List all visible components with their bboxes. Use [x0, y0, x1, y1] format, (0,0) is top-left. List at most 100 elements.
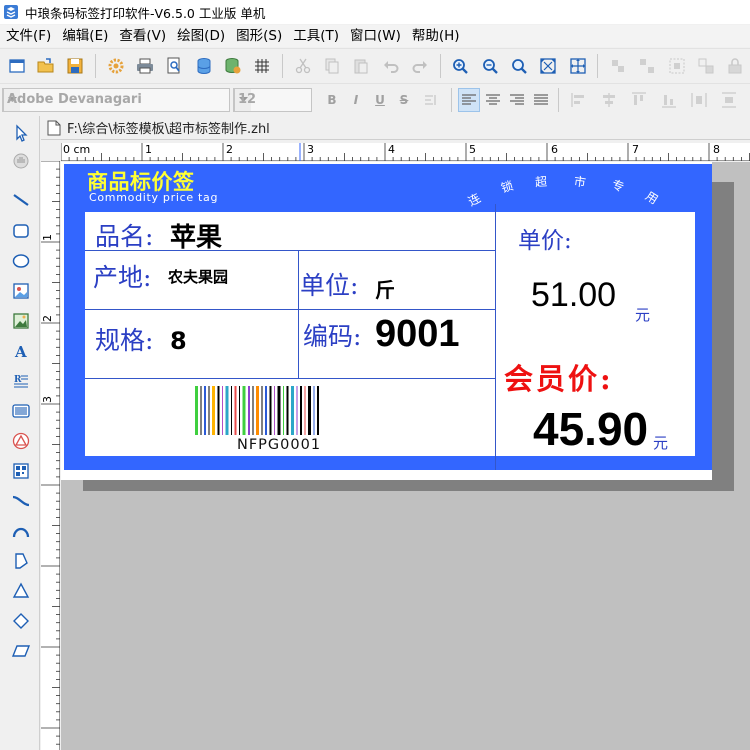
arc-tool[interactable]: [8, 518, 34, 544]
menu-view[interactable]: 查看(V): [113, 25, 171, 47]
arc-text-char[interactable]: 专: [609, 175, 626, 195]
member-price-label[interactable]: 会员价:: [504, 356, 614, 398]
strikethrough-button[interactable]: S: [393, 88, 415, 112]
menu-draw[interactable]: 绘图(D): [171, 25, 230, 47]
undo-button[interactable]: [379, 54, 402, 78]
arc-text-char[interactable]: 锁: [499, 177, 515, 197]
rich-text-tool[interactable]: R: [8, 368, 34, 394]
open-button[interactable]: [34, 54, 57, 78]
align-objects-bottom-button[interactable]: [657, 88, 681, 112]
align-objects-left-button[interactable]: [567, 88, 591, 112]
menu-help[interactable]: 帮助(H): [406, 25, 465, 47]
member-price-value[interactable]: 45.90: [533, 402, 648, 456]
grid-button[interactable]: [251, 54, 274, 78]
price-value[interactable]: 51.00: [531, 276, 616, 315]
image-frame-tool[interactable]: [8, 278, 34, 304]
price-label[interactable]: 单价:: [518, 221, 572, 255]
font-name-select[interactable]: Adobe Devanagari: [2, 87, 230, 112]
actual-size-button[interactable]: [566, 54, 589, 78]
rectangle-tool[interactable]: [8, 218, 34, 244]
image-tool[interactable]: [8, 308, 34, 334]
menu-tools[interactable]: 工具(T): [287, 25, 344, 47]
menu-window[interactable]: 窗口(W): [344, 25, 406, 47]
distribute-horizontal-button[interactable]: [687, 88, 711, 112]
cut-button[interactable]: [291, 54, 314, 78]
member-price-currency[interactable]: 元: [653, 432, 668, 453]
diamond-tool[interactable]: [8, 608, 34, 634]
shape-tool[interactable]: [8, 428, 34, 454]
spec-value[interactable]: 8: [170, 327, 187, 355]
align-objects-center-button[interactable]: [597, 88, 621, 112]
zoom-button[interactable]: [507, 54, 530, 78]
arrange-button[interactable]: [694, 54, 717, 78]
arc-text-char[interactable]: 用: [642, 187, 661, 208]
ungroup-icon: [640, 58, 655, 73]
align-justify-button[interactable]: [530, 88, 552, 112]
select-group-button[interactable]: [665, 54, 688, 78]
line-tool[interactable]: [8, 187, 34, 213]
font-size-select[interactable]: 12: [233, 87, 312, 112]
select-tool[interactable]: [8, 120, 34, 146]
document-tab[interactable]: F:\综合\标签模板\超市标签制作.zhl: [41, 116, 750, 140]
arc-text-char[interactable]: 市: [573, 172, 587, 191]
underline-button[interactable]: U: [369, 88, 391, 112]
save-button[interactable]: [64, 54, 87, 78]
print-button[interactable]: [133, 54, 156, 78]
price-tag-background[interactable]: 商品标价签 Commodity price tag 连 锁 超 市 专 用 品名…: [64, 164, 712, 470]
triangle-tool[interactable]: [8, 578, 34, 604]
lock-button[interactable]: [724, 54, 747, 78]
name-value[interactable]: 苹果: [170, 217, 222, 254]
menu-file[interactable]: 文件(F): [0, 25, 56, 47]
origin-value[interactable]: 农夫果园: [168, 266, 228, 287]
align-objects-top-icon: [632, 92, 646, 105]
bold-button[interactable]: B: [321, 88, 343, 112]
paste-button[interactable]: [350, 54, 373, 78]
code-value[interactable]: 9001: [375, 313, 460, 356]
redo-button[interactable]: [408, 54, 431, 78]
pan-tool[interactable]: [8, 148, 34, 174]
spec-label[interactable]: 规格:: [95, 321, 153, 357]
database-button[interactable]: [192, 54, 215, 78]
zoom-out-button[interactable]: [478, 54, 501, 78]
barcode-text[interactable]: NFPG0001: [237, 437, 321, 453]
menu-edit[interactable]: 编辑(E): [56, 25, 113, 47]
code-label[interactable]: 编码:: [303, 317, 361, 353]
parallelogram-tool[interactable]: [8, 638, 34, 664]
name-label[interactable]: 品名:: [95, 217, 153, 253]
table-line: [298, 250, 299, 378]
new-document-icon: [8, 58, 25, 73]
barcode[interactable]: [195, 386, 365, 438]
align-center-button[interactable]: [482, 88, 504, 112]
ellipse-tool[interactable]: [8, 248, 34, 274]
barcode-tool[interactable]: [8, 398, 34, 424]
align-objects-top-button[interactable]: [627, 88, 651, 112]
group-button[interactable]: [606, 54, 629, 78]
zoom-out-icon: [482, 58, 498, 74]
print-preview-button[interactable]: [163, 54, 186, 78]
database-settings-button[interactable]: [221, 54, 244, 78]
text-tool[interactable]: A: [8, 338, 34, 364]
origin-label[interactable]: 产地:: [93, 258, 151, 294]
fit-page-button[interactable]: [537, 54, 560, 78]
header-subtitle[interactable]: Commodity price tag: [89, 191, 218, 204]
zoom-in-button[interactable]: [449, 54, 472, 78]
align-left-button[interactable]: [458, 87, 480, 112]
copy-button[interactable]: [320, 54, 343, 78]
text-format-button[interactable]: [419, 88, 443, 112]
arc-text-char[interactable]: 连: [465, 189, 484, 210]
price-currency[interactable]: 元: [635, 304, 650, 325]
italic-button[interactable]: I: [345, 88, 367, 112]
unit-label[interactable]: 单位:: [300, 266, 358, 302]
settings-button[interactable]: [104, 54, 127, 78]
polygon-tool[interactable]: [8, 548, 34, 574]
design-canvas[interactable]: 商品标价签 Commodity price tag 连 锁 超 市 专 用 品名…: [61, 162, 750, 750]
ungroup-button[interactable]: [636, 54, 659, 78]
qrcode-tool[interactable]: [8, 458, 34, 484]
unit-value[interactable]: 斤: [375, 274, 395, 303]
arc-text-char[interactable]: 超: [534, 173, 548, 191]
new-document-button[interactable]: [5, 54, 28, 78]
curve-tool[interactable]: [8, 488, 34, 514]
distribute-vertical-button[interactable]: [717, 88, 741, 112]
menu-shape[interactable]: 图形(S): [230, 25, 287, 47]
align-right-button[interactable]: [506, 88, 528, 112]
